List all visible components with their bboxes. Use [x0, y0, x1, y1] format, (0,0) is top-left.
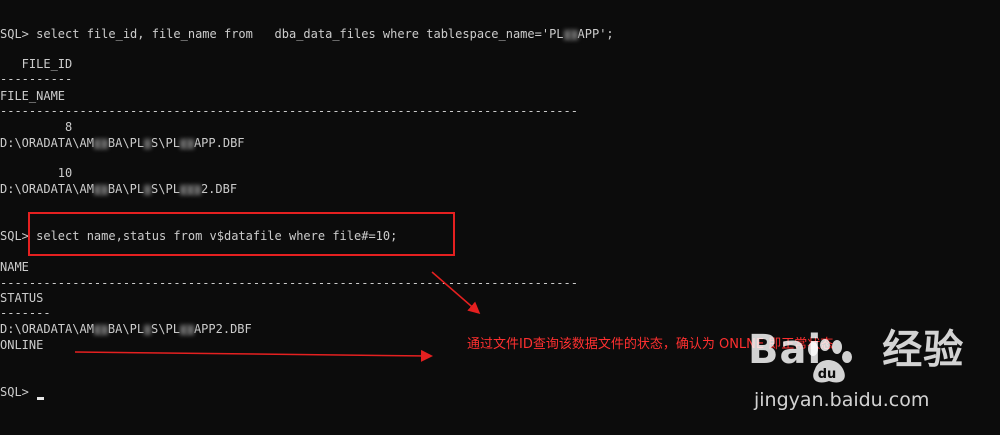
svg-text:du: du	[818, 367, 837, 382]
baidu-logo-text: Bai 经验	[748, 317, 964, 375]
watermark-url: jingyan.baidu.com	[754, 389, 930, 411]
baidu-jingyan-watermark: Bai 经验 du jingyan.baidu.com	[748, 317, 988, 427]
paw-icon: du	[808, 339, 852, 383]
arrow-to-online-status	[74, 349, 433, 362]
logo-jingyan: 经验	[882, 327, 965, 373]
arrow-to-query-note	[431, 271, 481, 314]
